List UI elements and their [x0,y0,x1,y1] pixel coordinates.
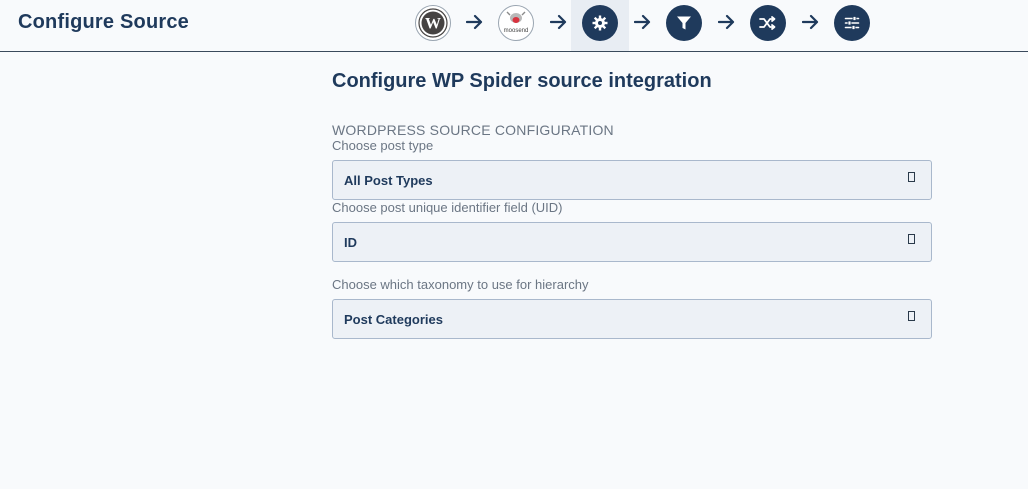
post-type-label: Choose post type [332,138,434,153]
arrow-right-icon [633,12,653,32]
section-subtitle: WORDPRESS SOURCE CONFIGURATION [332,122,614,138]
step-wordpress[interactable]: W [415,5,451,41]
dropdown-icon [908,311,915,321]
shuffle-icon [759,16,776,30]
post-type-select[interactable]: All Post Types [332,160,932,200]
moosend-logo-icon: moosend [504,11,529,34]
taxonomy-label: Choose which taxonomy to use for hierarc… [332,277,589,292]
taxonomy-select[interactable]: Post Categories [332,299,932,339]
wordpress-logo-icon: W [418,8,448,38]
step-moosend[interactable]: moosend [498,5,534,41]
gear-icon [592,15,608,31]
arrow-right-icon [465,12,485,32]
dropdown-icon [908,234,915,244]
uid-field-select[interactable]: ID [332,222,932,262]
step-mapping[interactable] [750,5,786,41]
step-configure[interactable] [582,5,618,41]
post-type-value: All Post Types [344,173,433,188]
dropdown-icon [908,172,915,182]
arrow-right-icon [801,12,821,32]
arrow-right-icon [717,12,737,32]
sliders-icon [844,16,860,30]
uid-field-value: ID [344,235,357,250]
moosend-label: moosend [504,28,529,34]
svg-text:W: W [425,16,441,33]
uid-field-label: Choose post unique identifier field (UID… [332,200,563,215]
arrow-right-icon [549,12,569,32]
top-bar: Configure Source W moosend [0,0,1028,52]
taxonomy-value: Post Categories [344,312,443,327]
step-settings[interactable] [834,5,870,41]
step-filter[interactable] [666,5,702,41]
section-heading: Configure WP Spider source integration [332,70,712,92]
step-navigation: W moosend [0,0,1028,52]
filter-icon [677,16,691,30]
